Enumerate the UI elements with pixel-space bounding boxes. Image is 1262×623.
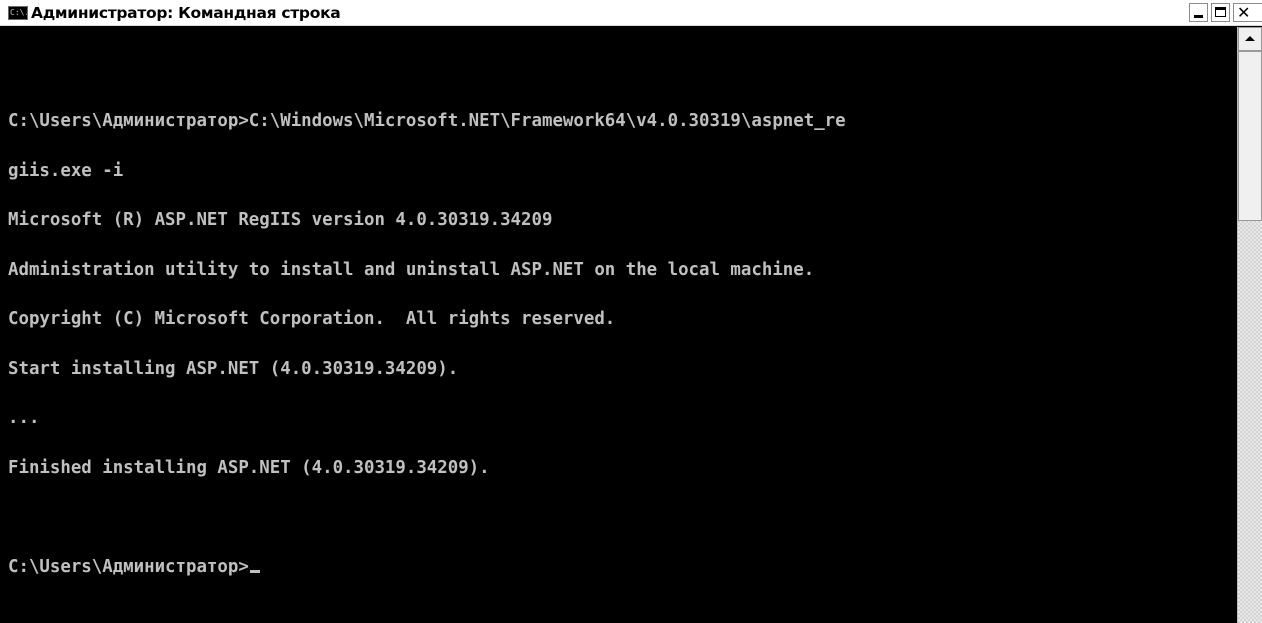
- console-prompt: C:\Users\Администратор>: [8, 556, 249, 577]
- command-prompt-window: C:\. Администратор: Командная строка ✕ C…: [0, 0, 1262, 623]
- console-line-finished: Finished installing ASP.NET (4.0.30319.3…: [8, 457, 490, 478]
- title-bar[interactable]: C:\. Администратор: Командная строка ✕: [0, 0, 1262, 26]
- scrollbar-thumb[interactable]: [1238, 51, 1262, 221]
- close-icon: ✕: [1237, 3, 1251, 22]
- console-output-area[interactable]: C:\Users\Администратор>C:\Windows\Micros…: [0, 27, 1237, 623]
- console-line-progress: ...: [8, 408, 40, 428]
- minimize-button[interactable]: [1189, 3, 1208, 22]
- console-text: C:\Users\Администратор>C:\Windows\Micros…: [8, 80, 846, 608]
- close-button[interactable]: ✕: [1233, 3, 1262, 22]
- console-line-description: Administration utility to install and un…: [8, 259, 815, 280]
- maximize-icon: [1215, 7, 1226, 17]
- console-line-start: Start installing ASP.NET (4.0.30319.3420…: [8, 358, 459, 379]
- console-line-command-wrap: giis.exe -i: [8, 160, 124, 181]
- console-line-command: C:\Users\Администратор>C:\Windows\Micros…: [8, 111, 846, 131]
- cmd-icon[interactable]: C:\.: [8, 6, 28, 20]
- vertical-scrollbar[interactable]: [1237, 27, 1262, 623]
- console-line-prompt-row: C:\Users\Администратор>: [8, 556, 846, 577]
- text-cursor: [249, 569, 260, 573]
- console-line-blank: [8, 509, 846, 526]
- maximize-button[interactable]: [1211, 3, 1230, 22]
- minimize-icon: [1194, 15, 1203, 18]
- console-line-version: Microsoft (R) ASP.NET RegIIS version 4.0…: [8, 210, 553, 230]
- chevron-up-icon: [1245, 36, 1255, 41]
- scroll-up-button[interactable]: [1238, 27, 1262, 51]
- console-line-copyright: Copyright (C) Microsoft Corporation. All…: [8, 309, 616, 329]
- window-title: Администратор: Командная строка: [31, 4, 341, 22]
